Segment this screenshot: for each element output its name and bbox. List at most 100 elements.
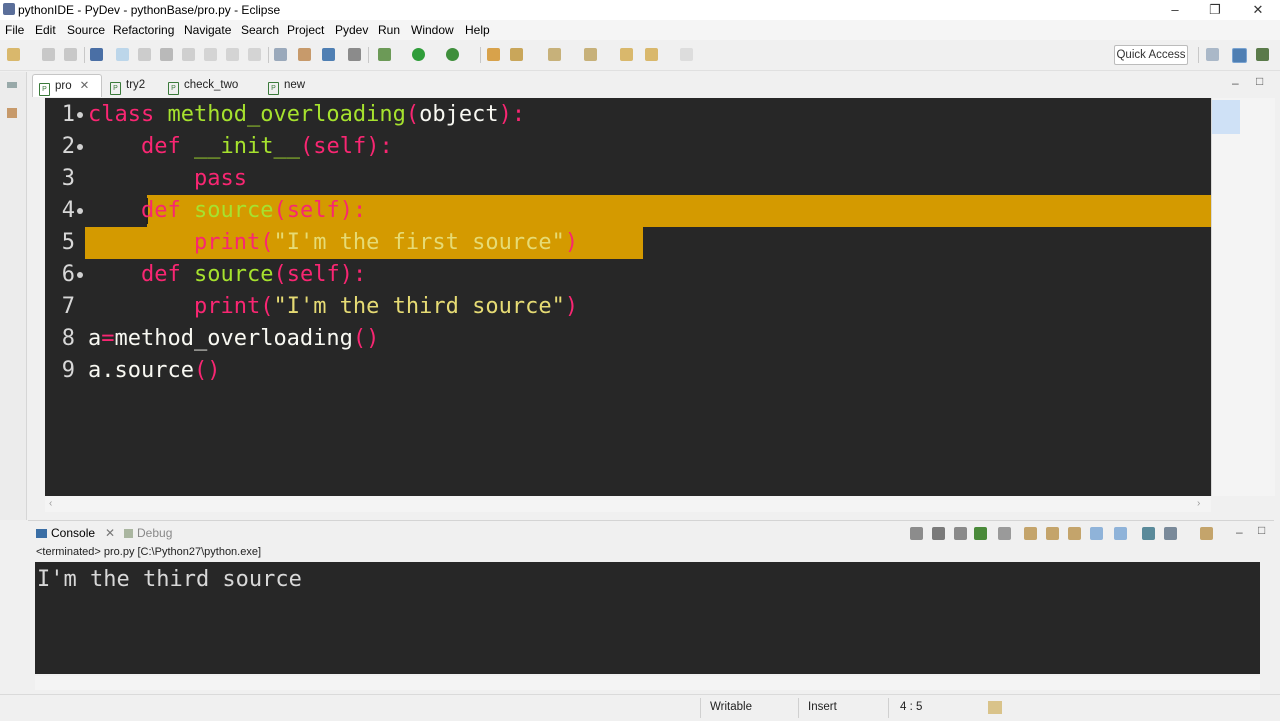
view-menu-icon[interactable] [1164,527,1177,540]
tab-debug[interactable]: Debug [124,526,172,540]
menu-help[interactable]: Help [465,23,490,37]
pydev-perspective-icon[interactable] [1232,48,1247,63]
step-into-icon[interactable] [204,48,217,61]
insert-mode-status: Insert [808,701,837,713]
minimize-icon[interactable]: – [1160,0,1190,20]
tab-check-two[interactable]: Pcheck_two [168,74,238,96]
menu-search[interactable]: Search [241,23,279,37]
new-console-icon[interactable] [1200,527,1213,540]
step-return-icon[interactable] [248,48,261,61]
last-edit-icon[interactable] [620,48,633,61]
menu-run[interactable]: Run [378,23,400,37]
external-tools-icon[interactable] [446,48,459,61]
menu-bar: File Edit Source Refactoring Navigate Se… [0,20,1280,40]
scroll-left-icon[interactable]: ‹ [49,498,52,509]
menu-edit[interactable]: Edit [35,23,56,37]
step-over-icon[interactable] [226,48,239,61]
resume-icon[interactable] [116,48,129,61]
tab-console-label: Console [51,526,96,540]
run-icon[interactable] [412,48,425,61]
restore-view-icon[interactable] [7,82,17,88]
overview-thumb[interactable] [1212,100,1240,134]
menu-project[interactable]: Project [287,23,324,37]
menu-source[interactable]: Source [67,23,105,37]
scroll-right-icon[interactable]: › [1197,498,1200,509]
disconnect-icon[interactable] [182,48,195,61]
open-console-icon[interactable] [1142,527,1155,540]
scroll-lock-icon[interactable] [998,527,1011,540]
close-icon[interactable]: ✕ [1243,0,1273,20]
tab-new[interactable]: Pnew [268,74,305,96]
close-tab-icon[interactable]: ✕ [105,526,115,540]
code-line: def source(self): [140,198,367,223]
python-file-icon: P [39,83,50,96]
debug-icon[interactable] [378,48,391,61]
clear-icon[interactable] [974,527,987,540]
restore-icon[interactable]: ❐ [1200,0,1230,20]
search-icon[interactable] [510,48,523,61]
menu-window[interactable]: Window [411,23,454,37]
terminate-icon[interactable] [160,48,173,61]
menu-navigate[interactable]: Navigate [184,23,231,37]
menu-pydev[interactable]: Pydev [335,23,368,37]
process-status: <terminated> pro.py [C:\Python27\python.… [36,546,262,558]
code-line: print("I'm the first source") [193,230,579,255]
show-on-error-icon[interactable] [1046,527,1059,540]
terminate-icon[interactable] [910,527,923,540]
tab-pro[interactable]: Ppro ✕ [32,74,102,97]
package-icon[interactable] [348,48,361,61]
tab-label: pro [55,80,72,92]
package-explorer-icon[interactable] [7,108,17,118]
new-icon[interactable] [7,48,20,61]
tab-label: check_two [184,79,239,91]
maximize-console-icon[interactable]: □ [1258,523,1265,537]
console-output-area[interactable]: I'm the third source [35,562,1260,674]
remove-all-icon[interactable] [954,527,967,540]
pin-console-icon[interactable] [1090,527,1103,540]
console-output: I'm the third source [37,567,302,592]
word-wrap-icon[interactable] [1068,527,1081,540]
back-icon[interactable] [645,48,658,61]
show-on-output-icon[interactable] [1024,527,1037,540]
format-icon[interactable] [274,48,287,61]
toolbar [0,40,1280,71]
terminal-icon[interactable] [90,48,103,61]
suspend-icon[interactable] [138,48,151,61]
code-line: a=method_overloading() [88,326,380,351]
python-icon[interactable] [322,48,335,61]
save-all-icon[interactable] [64,48,77,61]
tab-console[interactable]: Console ✕ [36,526,115,540]
minimize-editor-icon[interactable]: – [1232,76,1239,90]
console-horizontal-scrollbar[interactable] [35,676,1260,690]
status-bar: Writable Insert 4 : 5 [0,694,1280,721]
writable-status: Writable [710,701,752,713]
display-console-icon[interactable] [1114,527,1127,540]
python-file-icon: P [168,82,179,95]
code-editor[interactable]: 1 2 3 4 5 6 7 8 9 class method_overloadi… [45,98,1211,496]
console-icon [36,529,47,538]
minimize-console-icon[interactable]: – [1236,525,1243,539]
title-bar: pythonIDE - PyDev - pythonBase/pro.py - … [0,0,1280,20]
code-line: print("I'm the third source") [193,294,579,319]
prev-annotation-icon[interactable] [584,48,597,61]
horizontal-scrollbar[interactable]: ‹ › [45,496,1211,512]
close-tab-icon[interactable]: ✕ [80,80,90,92]
tools-icon[interactable] [298,48,311,61]
maximize-editor-icon[interactable]: □ [1256,74,1263,88]
code-line: class method_overloading(object): [88,102,526,127]
open-folder-icon[interactable] [487,48,500,61]
code-line: pass [193,166,247,191]
save-icon[interactable] [42,48,55,61]
cursor-position: 4 : 5 [900,701,923,713]
menu-file[interactable]: File [5,23,24,37]
open-perspective-icon[interactable] [1206,48,1219,61]
remove-launch-icon[interactable] [932,527,945,540]
quick-access-button[interactable]: Quick Access [1114,45,1188,65]
overview-ruler[interactable] [1211,98,1275,496]
tab-try2[interactable]: Ptry2 [110,74,145,96]
lock-icon [988,701,1002,714]
forward-icon[interactable] [680,48,693,61]
next-annotation-icon[interactable] [548,48,561,61]
menu-refactoring[interactable]: Refactoring [113,23,174,37]
debug-perspective-icon[interactable] [1256,48,1269,61]
